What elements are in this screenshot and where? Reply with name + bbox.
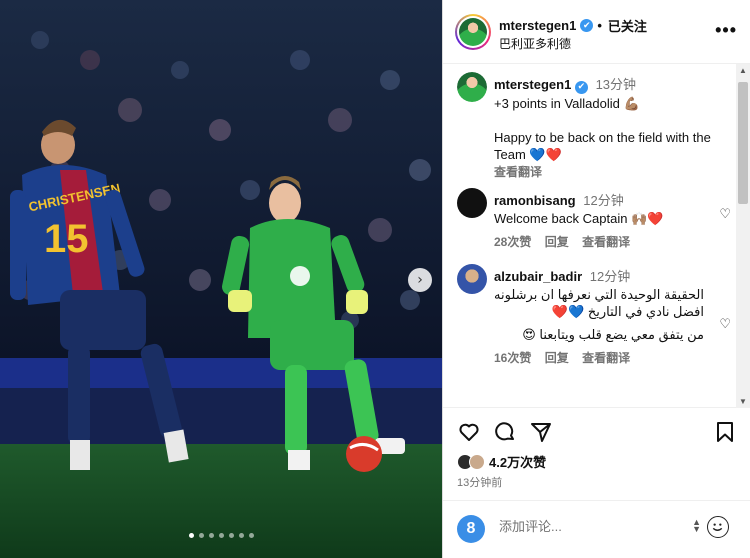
- scroll-down-icon[interactable]: ▼: [739, 397, 747, 406]
- carousel-dot: [238, 533, 244, 538]
- chevron-right-icon: ›: [417, 272, 423, 288]
- comment-avatar[interactable]: [457, 264, 487, 294]
- share-paper-plane-icon[interactable]: [529, 420, 553, 444]
- more-options-icon[interactable]: •••: [715, 20, 737, 41]
- following-button[interactable]: 已关注: [608, 16, 647, 35]
- comment-text: Welcome back Captain 🙌🏽❤️: [494, 211, 664, 226]
- input-stepper-icon: ▲ ▼: [692, 517, 701, 534]
- post-actions: [457, 420, 739, 446]
- comment-text: الحقيقة الوحيدة التي نعرفها ان برشلونه ا…: [494, 287, 704, 319]
- carousel-dot: [208, 533, 214, 538]
- like-heart-icon[interactable]: [457, 420, 481, 444]
- carousel-dot: [248, 533, 254, 538]
- comment-text-2: من يتفق معي يضع قلب ويتابعنا 😍: [522, 327, 704, 342]
- comment-meta: 16次赞 回复 查看翻译: [494, 349, 734, 366]
- caption-avatar[interactable]: [457, 72, 487, 102]
- comment-likes[interactable]: 16次赞: [494, 351, 531, 365]
- post-side-panel: mterstegen1 ✔ • 已关注 巴利亚多利德 ••• mterstege…: [442, 0, 750, 558]
- caption-line-1: +3 points in Valladolid 💪🏽: [494, 95, 640, 111]
- comment-username[interactable]: alzubair_badir: [494, 269, 582, 284]
- instagram-post-view: CHRISTENSEN 15 › mterstegen1 ✔ • 已关注 巴利亚…: [0, 0, 750, 558]
- comment-bubble-icon[interactable]: [493, 420, 517, 444]
- comment-item: ramonbisang 12分钟 Welcome back Captain 🙌🏽…: [457, 188, 734, 250]
- scrollbar-thumb[interactable]: [738, 82, 748, 204]
- caption-time: 13分钟: [595, 77, 637, 92]
- caption-line-2: Happy to be back on the field with the T…: [494, 129, 711, 162]
- author-username[interactable]: mterstegen1: [499, 18, 576, 33]
- emoji-smiley-icon[interactable]: [707, 516, 729, 538]
- post-location[interactable]: 巴利亚多利德: [499, 35, 571, 52]
- carousel-dot: [188, 533, 194, 538]
- save-bookmark-icon[interactable]: [713, 420, 737, 444]
- comment-item: alzubair_badir 12分钟 الحقيقة الوحيدة التي…: [457, 264, 733, 394]
- verified-badge-icon: ✔: [580, 19, 594, 32]
- add-comment-bar: 8 ▲▼: [443, 500, 750, 558]
- comments-scroll-area[interactable]: mterstegen1 ✔ 13分钟 +3 points in Valladol…: [443, 64, 750, 408]
- comment-avatar[interactable]: [457, 188, 487, 218]
- likes-row[interactable]: 4.2万次赞: [457, 452, 546, 471]
- post-photo[interactable]: CHRISTENSEN 15 ›: [0, 0, 442, 558]
- post-time-ago: 13分钟前: [457, 477, 503, 489]
- current-user-avatar: 8: [457, 515, 485, 543]
- author-avatar[interactable]: [455, 14, 491, 50]
- liker-avatar: [469, 453, 485, 470]
- comment-like-heart-icon[interactable]: ♡: [719, 206, 731, 222]
- scroll-up-icon[interactable]: ▲: [739, 66, 747, 75]
- comment-like-heart-icon[interactable]: ♡: [719, 316, 731, 332]
- carousel-dot: [228, 533, 234, 538]
- author-row: mterstegen1 ✔ • 已关注: [499, 16, 647, 35]
- reply-button[interactable]: 回复: [545, 351, 569, 365]
- reply-button[interactable]: 回复: [545, 235, 569, 249]
- carousel-indicator: [0, 533, 442, 538]
- translate-link[interactable]: 查看翻译: [582, 351, 630, 365]
- svg-text:15: 15: [44, 217, 89, 261]
- comment-username[interactable]: ramonbisang: [494, 193, 576, 208]
- comment-time: 12分钟: [583, 193, 624, 208]
- caption: mterstegen1 ✔ 13分钟 +3 points in Valladol…: [457, 72, 733, 182]
- comment-likes[interactable]: 28次赞: [494, 235, 531, 249]
- post-photo-image: CHRISTENSEN 15: [0, 0, 442, 558]
- comment-meta: 28次赞 回复 查看翻译: [494, 233, 734, 250]
- verified-badge-icon: ✔: [574, 80, 588, 94]
- carousel-next-button[interactable]: ›: [408, 268, 432, 292]
- add-comment-input[interactable]: [499, 519, 679, 534]
- comments-scrollbar[interactable]: ▲ ▼: [736, 64, 750, 408]
- likes-count[interactable]: 4.2万次赞: [489, 452, 546, 471]
- carousel-dot: [198, 533, 204, 538]
- caption-translate-link[interactable]: 查看翻译: [494, 163, 734, 180]
- translate-link[interactable]: 查看翻译: [582, 235, 630, 249]
- post-header: mterstegen1 ✔ • 已关注 巴利亚多利德 •••: [443, 0, 750, 64]
- comment-time: 12分钟: [589, 269, 631, 284]
- carousel-dot: [218, 533, 224, 538]
- caption-username[interactable]: mterstegen1: [494, 77, 571, 92]
